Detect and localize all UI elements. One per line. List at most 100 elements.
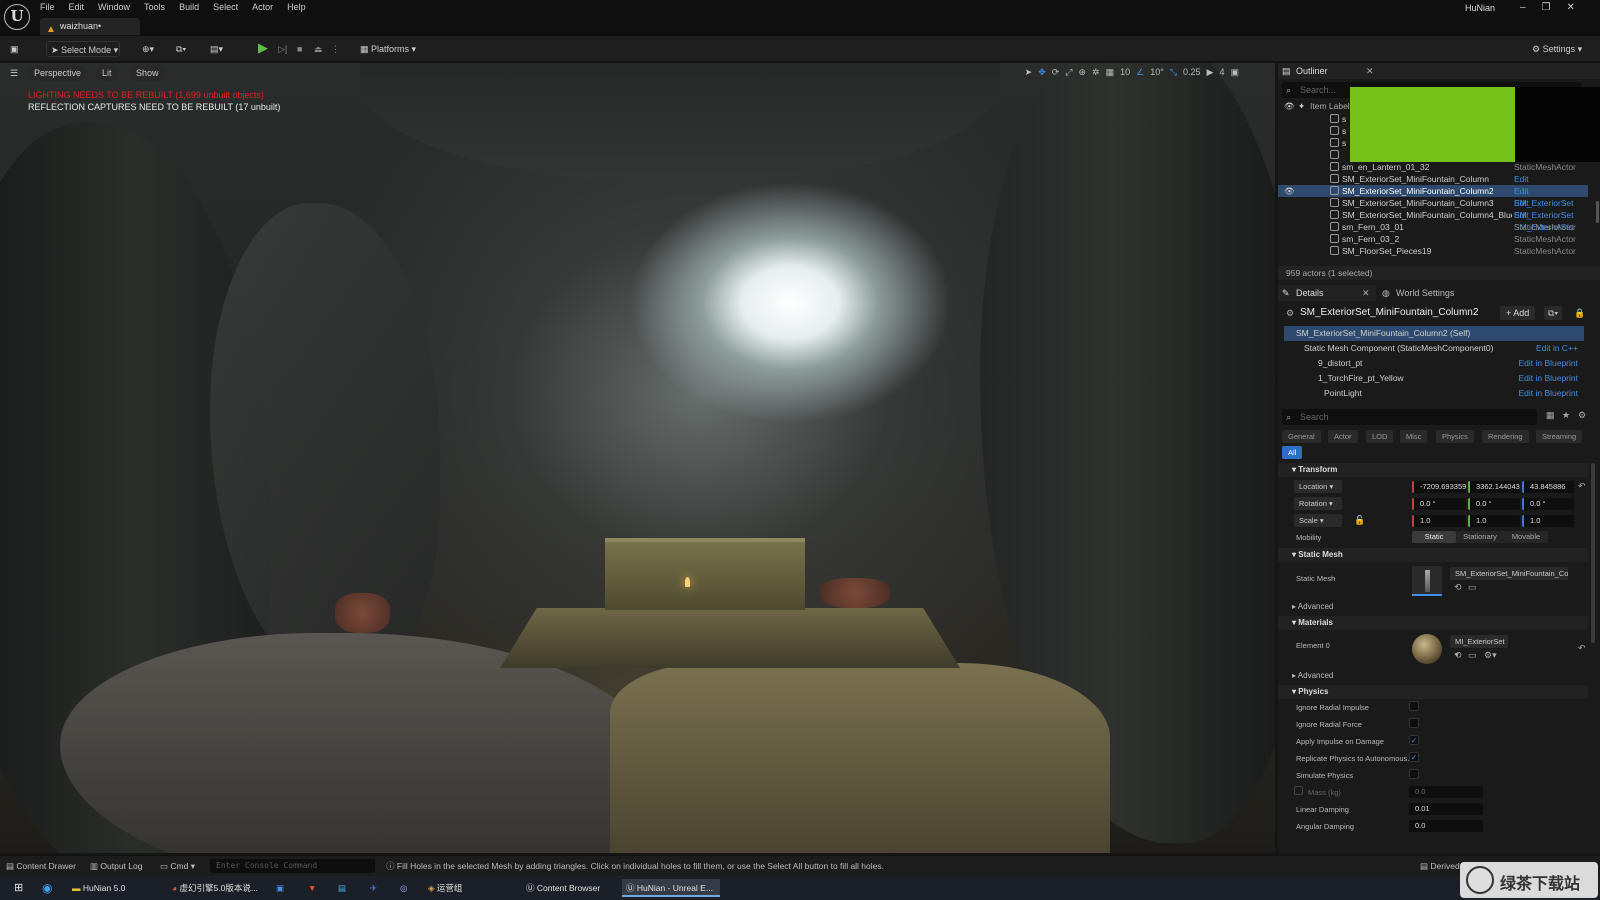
settings-dropdown[interactable]: ⚙ Settings ▾ [1532,41,1582,57]
ignore-radial-impulse-checkbox[interactable] [1409,701,1419,711]
use-selected-icon[interactable]: ⟲ [1454,650,1462,661]
select-icon[interactable]: ➤ [1025,67,1033,78]
property-matrix-icon[interactable]: ▦ [1546,410,1555,421]
cmd-dropdown[interactable]: ▭ Cmd ▾ [160,856,195,876]
maximize-icon[interactable]: ❐ [1542,2,1551,13]
unreal-logo-icon[interactable]: U [4,4,30,30]
location-z-input[interactable]: 43.845886 [1522,481,1574,493]
mass-override-checkbox[interactable] [1294,786,1303,795]
play-icon[interactable]: ▶ [258,40,268,56]
outliner-row[interactable]: sm_Fern_03_2 StaticMeshActor [1278,233,1588,245]
material-thumbnail[interactable] [1412,634,1442,664]
select-mode-dropdown[interactable]: ➤ Select Mode ▾ [46,41,120,57]
menu-edit[interactable]: Edit [69,0,85,16]
browse-icon[interactable]: ▭ [1468,650,1477,661]
output-log-button[interactable]: ▥ Output Log [90,856,142,876]
filter-rendering[interactable]: Rendering [1482,430,1529,443]
console-input[interactable]: Enter Console Command [210,859,375,873]
filter-physics[interactable]: Physics [1436,430,1474,443]
blueprint-icon[interactable]: ⧉▾ [176,41,186,57]
edit-blueprint-link[interactable]: Edit in Blueprint [1518,356,1578,371]
more-options-icon[interactable]: ⋮ [331,41,340,57]
pin-icon[interactable]: ✦ [1298,100,1305,112]
outliner-row-selected[interactable]: 👁 SM_ExteriorSet_MiniFountain_Column2 Edit… [1278,185,1588,208]
taskbar-item[interactable]: ◕ 虚幻引擎5.0版本说... [168,879,264,897]
mobility-stationary[interactable]: Stationary [1456,531,1504,543]
outliner-row[interactable]: sm_en_Lantern_01_32 StaticMeshActor [1278,161,1588,173]
apply-impulse-checkbox[interactable]: ✓ [1409,735,1419,745]
materials-section-header[interactable]: ▾ Materials [1278,616,1588,630]
settings-gear-icon[interactable]: ⚙ [1578,410,1586,421]
stop-icon[interactable]: ■ [297,41,302,57]
outliner-scrollbar[interactable] [1596,201,1599,223]
blueprint-options-icon[interactable]: ⧉▾ [1544,306,1563,320]
minimize-icon[interactable]: – [1520,2,1526,13]
scale-icon[interactable]: ⤢ [1065,67,1072,78]
outliner-tab[interactable]: ▤ Outliner ✕ [1278,63,1600,79]
edit-blueprint-link[interactable]: Edit in Blueprint [1518,386,1578,401]
start-windows-icon[interactable]: ⊞ [10,879,23,897]
content-drawer-button[interactable]: ▤ Content Drawer [6,856,76,876]
transform-section-header[interactable]: ▾ Transform [1278,463,1588,477]
item-label-header[interactable]: Item Label [1310,100,1350,112]
rotation-snap-icon[interactable]: ∠ [1136,67,1144,78]
taskbar-item[interactable]: Ⓤ Content Browser [522,879,616,897]
world-settings-tab[interactable]: ◍ World Settings [1378,285,1488,301]
menu-help[interactable]: Help [287,0,306,16]
scale-z-input[interactable]: 1.0 [1522,515,1574,527]
filter-streaming[interactable]: Streaming [1536,430,1583,443]
app-icon-chat[interactable]: ◎ [396,879,407,897]
edge-browser-icon[interactable]: ◉ [38,879,52,897]
taskbar-item-active[interactable]: Ⓤ HuNian - Unreal E... [622,879,720,897]
menu-select[interactable]: Select [213,0,238,16]
outliner-row[interactable]: SM_ExteriorSet_MiniFountain_Column3 Edit … [1278,197,1588,220]
filter-misc[interactable]: Misc [1400,430,1428,443]
save-icon[interactable]: ▣ [10,41,19,57]
app-icon-red[interactable]: ▼ [304,879,316,897]
translate-icon[interactable]: ✥ [1038,67,1046,78]
advance-frame-icon[interactable]: ▷| [278,41,287,57]
close-icon[interactable]: ✕ [1567,2,1575,13]
lit-button[interactable]: Lit [96,66,118,81]
details-tab[interactable]: ✎ Details ✕ [1278,285,1376,301]
outliner-row[interactable]: SM_ExteriorSet_MiniFountain_ColumnEdit S… [1278,173,1588,196]
taskbar-item[interactable]: ▬ HuNian 5.0 [68,879,162,897]
scale-x-input[interactable]: 1.0 [1412,515,1466,527]
surface-snap-icon[interactable]: ✲ [1092,67,1100,78]
outliner-row[interactable]: sm_Fern_03_01 StaticMeshActor [1278,221,1588,233]
camera-speed-icon[interactable]: ▶ [1207,67,1214,78]
app-icon-feishu[interactable]: ✈ [366,879,377,897]
rotate-icon[interactable]: ⟳ [1052,67,1060,78]
static-mesh-dropdown[interactable]: SM_ExteriorSet_MiniFountain_Col ▾ [1450,567,1568,580]
browse-icon[interactable]: ▭ [1468,582,1477,593]
location-dropdown[interactable]: Location ▾ [1294,480,1342,493]
scale-lock-icon[interactable]: 🔓 [1354,515,1365,526]
perspective-button[interactable]: Perspective [28,66,88,81]
component-row[interactable]: Static Mesh Component (StaticMeshCompone… [1284,341,1584,356]
add-component-button[interactable]: + Add [1500,306,1536,320]
outliner-close-icon[interactable]: ✕ [1366,63,1374,79]
location-x-input[interactable]: -7209.693359 [1412,481,1466,493]
menu-window[interactable]: Window [98,0,130,16]
edit-cpp-link[interactable]: Edit in C++ [1536,341,1578,356]
component-row-self[interactable]: SM_ExteriorSet_MiniFountain_Column2 (Sel… [1284,326,1584,341]
show-button[interactable]: Show [130,66,165,81]
reset-material-icon[interactable]: ↶ [1578,643,1586,654]
app-icon-cyan[interactable]: ▤ [334,879,346,897]
visibility-icon[interactable]: 👁 [1284,185,1295,197]
filter-lod[interactable]: LOD [1366,430,1394,443]
favorites-star-icon[interactable]: ★ [1562,410,1570,421]
visibility-icon[interactable]: 👁 [1284,100,1295,112]
filter-general[interactable]: General [1282,430,1321,443]
edit-blueprint-link[interactable]: Edit in Blueprint [1518,371,1578,386]
rotation-dropdown[interactable]: Rotation ▾ [1294,497,1342,510]
add-actor-icon[interactable]: ⊕▾ [142,41,154,57]
scale-y-input[interactable]: 1.0 [1468,515,1520,527]
rotation-z-input[interactable]: 0.0 ° [1522,498,1574,510]
scale-snap-value[interactable]: 0.25 [1183,67,1201,78]
linear-damping-input[interactable]: 0.01 [1409,803,1483,815]
menu-actor[interactable]: Actor [252,0,273,16]
rotation-snap-value[interactable]: 10° [1150,67,1164,78]
details-search-input[interactable]: ⌕ Search [1282,409,1537,425]
eject-icon[interactable]: ⏏ [314,41,323,57]
